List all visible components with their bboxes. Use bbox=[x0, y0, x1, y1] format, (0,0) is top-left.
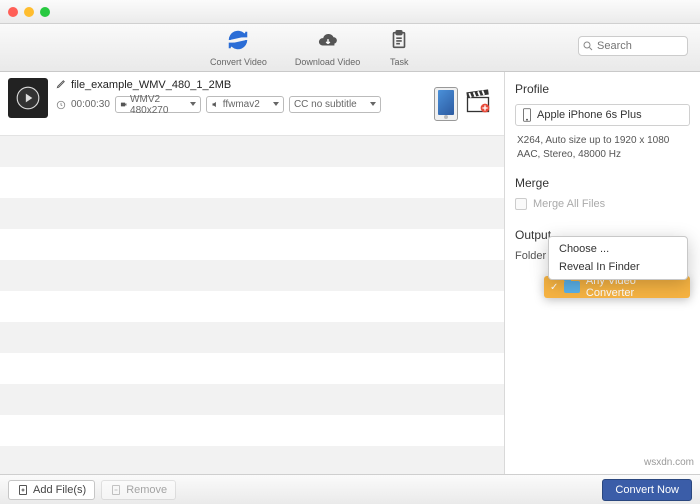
duration-label: 00:00:30 bbox=[71, 99, 110, 110]
download-video-tab[interactable]: Download Video bbox=[295, 29, 360, 67]
speaker-icon bbox=[211, 100, 220, 109]
convert-now-label: Convert Now bbox=[615, 484, 679, 496]
menu-choose[interactable]: Choose ... bbox=[549, 240, 687, 258]
convert-video-tab[interactable]: Convert Video bbox=[210, 29, 267, 67]
minimize-window-button[interactable] bbox=[24, 7, 34, 17]
video-thumbnail[interactable] bbox=[8, 78, 48, 118]
profile-select[interactable]: Apple iPhone 6s Plus bbox=[515, 104, 690, 126]
close-window-button[interactable] bbox=[8, 7, 18, 17]
menu-reveal-in-finder[interactable]: Reveal In Finder bbox=[549, 258, 687, 276]
main-toolbar: Convert Video Download Video Task bbox=[0, 24, 700, 72]
video-icon bbox=[120, 100, 127, 109]
plus-doc-icon bbox=[17, 484, 29, 496]
merge-section-title: Merge bbox=[515, 176, 690, 190]
phone-icon bbox=[522, 108, 532, 122]
play-icon bbox=[15, 85, 41, 111]
clock-icon bbox=[56, 100, 66, 110]
remove-button: Remove bbox=[101, 480, 176, 500]
refresh-icon bbox=[227, 29, 249, 56]
maximize-window-button[interactable] bbox=[40, 7, 50, 17]
video-codec-select[interactable]: WMV2 480x270 bbox=[115, 96, 201, 113]
clipboard-icon bbox=[388, 29, 410, 56]
cloud-download-icon bbox=[317, 29, 339, 56]
profile-section-title: Profile bbox=[515, 82, 690, 96]
search-field[interactable] bbox=[578, 36, 688, 56]
convert-video-label: Convert Video bbox=[210, 57, 267, 67]
merge-all-checkbox[interactable] bbox=[515, 198, 527, 210]
window-controls bbox=[8, 7, 50, 17]
output-folder-label: Folder bbox=[515, 250, 546, 262]
search-icon bbox=[582, 39, 594, 57]
codec-video-info: X264, Auto size up to 1920 x 1080 bbox=[517, 134, 690, 148]
search-input[interactable] bbox=[578, 36, 688, 56]
profile-device-label: Apple iPhone 6s Plus bbox=[537, 109, 642, 121]
folder-icon bbox=[564, 281, 580, 293]
task-tab[interactable]: Task bbox=[388, 29, 410, 67]
edit-video-icon[interactable] bbox=[464, 87, 492, 120]
task-label: Task bbox=[390, 57, 409, 67]
pencil-icon[interactable] bbox=[56, 78, 67, 92]
subtitle-select[interactable]: CC no subtitle bbox=[289, 96, 381, 113]
folder-context-menu: Choose ... Reveal In Finder bbox=[548, 236, 688, 280]
device-preview-icon[interactable] bbox=[434, 87, 458, 121]
file-name: file_example_WMV_480_1_2MB bbox=[71, 79, 231, 91]
file-row[interactable]: file_example_WMV_480_1_2MB 00:00:30 WMV2… bbox=[0, 72, 504, 136]
window-titlebar bbox=[0, 0, 700, 24]
file-list: file_example_WMV_480_1_2MB 00:00:30 WMV2… bbox=[0, 72, 504, 474]
remove-label: Remove bbox=[126, 484, 167, 496]
bottom-bar: Add File(s) Remove Convert Now bbox=[0, 474, 700, 504]
convert-now-button[interactable]: Convert Now bbox=[602, 479, 692, 501]
add-files-label: Add File(s) bbox=[33, 484, 86, 496]
minus-doc-icon bbox=[110, 484, 122, 496]
watermark-text: wsxdn.com bbox=[644, 457, 694, 468]
add-files-button[interactable]: Add File(s) bbox=[8, 480, 95, 500]
merge-all-label: Merge All Files bbox=[533, 198, 605, 210]
audio-codec-select[interactable]: ffwmav2 bbox=[206, 96, 284, 113]
codec-audio-info: AAC, Stereo, 48000 Hz bbox=[517, 148, 690, 162]
download-video-label: Download Video bbox=[295, 57, 360, 67]
